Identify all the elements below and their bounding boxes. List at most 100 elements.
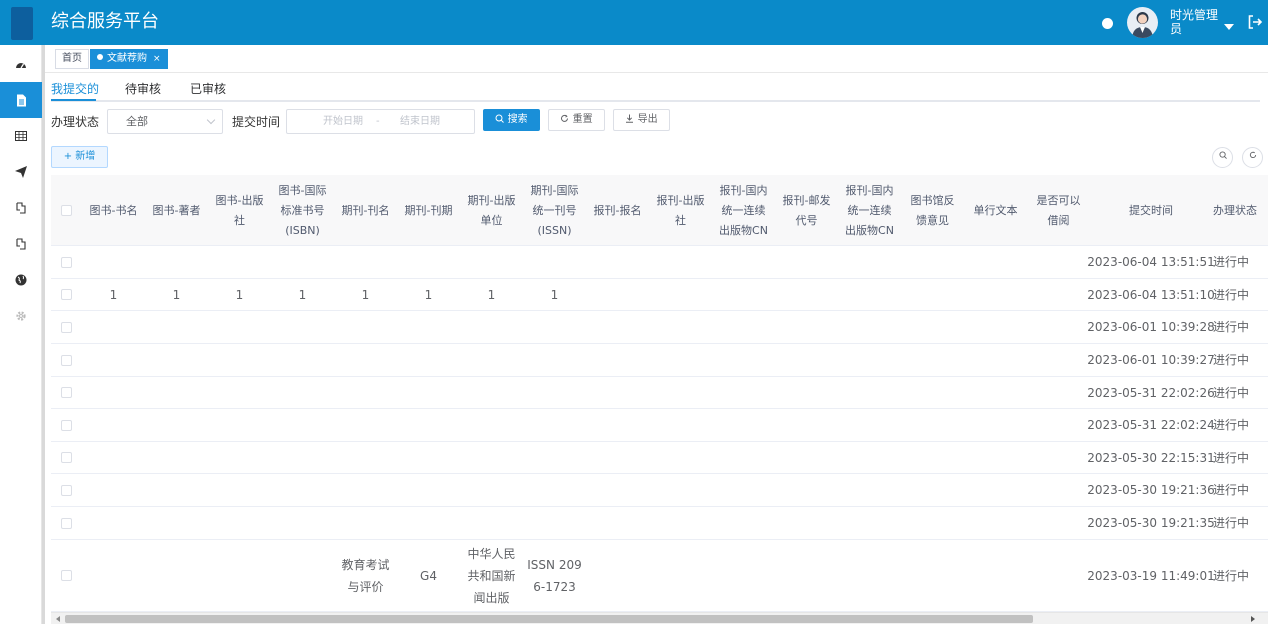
column-header[interactable]: 期刊-出版 单位 xyxy=(460,175,523,246)
column-header[interactable]: 报刊-报名 xyxy=(586,175,649,246)
horizontal-scrollbar[interactable] xyxy=(51,612,1268,624)
table-cell xyxy=(460,507,523,539)
row-checkbox[interactable] xyxy=(61,355,72,366)
row-checkbox[interactable] xyxy=(61,420,72,431)
table-row[interactable]: 2023-06-01 10:39:27 进行中 xyxy=(51,344,1268,377)
sidebar-item-table[interactable] xyxy=(0,118,42,154)
table-cell: 2023-03-19 11:49:01 xyxy=(1087,540,1214,611)
column-header[interactable]: 提交时间 xyxy=(1089,175,1213,246)
cell-line: ISSN 209 xyxy=(527,557,582,572)
row-checkbox[interactable] xyxy=(61,570,72,581)
table-cell: 进行中 xyxy=(1213,409,1268,441)
status-label: 办理状态 xyxy=(51,115,100,129)
column-header-line: 报刊-出版 xyxy=(656,193,705,207)
close-icon[interactable]: × xyxy=(153,54,161,64)
row-checkbox[interactable] xyxy=(61,452,72,463)
scroll-right-icon[interactable] xyxy=(1251,616,1255,622)
tag-home[interactable]: 首页 xyxy=(55,49,89,69)
date-range-picker[interactable]: 开始日期 - 结束日期 xyxy=(286,109,475,134)
column-header[interactable]: 图书-出版社 xyxy=(208,175,271,246)
status-select[interactable]: 全部 xyxy=(107,109,223,134)
scrollbar-thumb[interactable] xyxy=(65,615,1033,623)
cell-line: 2023-06-04 13:51:51 xyxy=(1087,255,1215,269)
send-icon xyxy=(15,166,27,178)
table-row[interactable]: 2023-06-04 13:51:51 进行中 xyxy=(51,246,1268,279)
row-checkbox[interactable] xyxy=(61,257,72,268)
column-header[interactable]: 期刊-刊名 xyxy=(334,175,397,246)
row-checkbox[interactable] xyxy=(61,387,72,398)
table-cell xyxy=(460,474,523,506)
column-header[interactable]: 是否可以 借阅 xyxy=(1027,175,1090,246)
row-checkbox[interactable] xyxy=(61,289,72,300)
end-date-input[interactable]: 结束日期 xyxy=(400,110,440,133)
add-button[interactable]: + 新增 xyxy=(51,146,108,168)
table-row[interactable]: 2023-06-01 10:39:28 进行中 xyxy=(51,311,1268,344)
sidebar-item-dashboard[interactable] xyxy=(0,47,42,83)
table-cell xyxy=(208,474,271,506)
tag-current[interactable]: 文献荐购 × xyxy=(90,49,168,69)
row-checkbox[interactable] xyxy=(61,518,72,529)
column-header-line: 出版物CN xyxy=(845,223,894,237)
table-refresh-button[interactable] xyxy=(1242,147,1263,168)
table-row[interactable]: 2023-05-30 22:15:31 进行中 xyxy=(51,442,1268,474)
tab-pending[interactable]: 待审核 xyxy=(125,81,161,97)
user-avatar[interactable] xyxy=(1127,7,1158,38)
logout-icon[interactable] xyxy=(1247,14,1263,30)
table-cell xyxy=(901,377,964,408)
table-cell xyxy=(208,246,271,278)
column-header-label: 报刊-报名 xyxy=(594,201,642,221)
column-header-line: 提交时间 xyxy=(1129,203,1173,217)
table-cell xyxy=(712,377,775,408)
book-icon xyxy=(16,202,26,214)
column-header[interactable]: 期刊-刊期 xyxy=(397,175,460,246)
cell-text: 进行中 xyxy=(1213,382,1249,404)
sidebar-item-book-2[interactable] xyxy=(0,226,42,262)
table-row[interactable]: 1 1 1 1 1 1 1 1 2023-06-04 13:51:10 进行中 xyxy=(51,279,1268,311)
column-header-line: 统一刊号 xyxy=(532,203,577,217)
row-checkbox[interactable] xyxy=(61,485,72,496)
user-name[interactable]: 时光管理员 xyxy=(1170,8,1218,36)
table-row[interactable]: 2023-05-30 19:21:35 进行中 xyxy=(51,507,1268,540)
column-header[interactable]: 报刊-出版社 xyxy=(649,175,712,246)
column-header[interactable]: 报刊-国内 统一连续 出版物CN xyxy=(712,175,775,246)
notification-dot-icon[interactable] xyxy=(1102,18,1113,29)
column-header-line: 出版物CN xyxy=(719,223,768,237)
table-cell xyxy=(1027,442,1090,473)
export-button[interactable]: 导出 xyxy=(613,109,670,131)
chevron-down-icon[interactable] xyxy=(1224,24,1234,30)
sidebar-item-documents[interactable] xyxy=(0,82,42,118)
cell-text: 2023-06-04 13:51:51 xyxy=(1087,251,1214,273)
column-header[interactable]: 期刊-国际 统一刊号 (ISSN) xyxy=(523,175,586,246)
reset-button[interactable]: 重置 xyxy=(548,109,605,131)
column-header[interactable]: 报刊-国内 统一连续 出版物CN xyxy=(838,175,901,246)
column-header-label: 图书-书名 xyxy=(90,201,138,221)
select-all-checkbox[interactable] xyxy=(61,205,72,216)
column-header[interactable]: 报刊-邮发 代号 xyxy=(775,175,838,246)
table-search-toggle-button[interactable] xyxy=(1212,147,1233,168)
table-row[interactable]: 2023-05-31 22:02:26 进行中 xyxy=(51,377,1268,409)
sidebar-scrollbar[interactable] xyxy=(42,45,45,624)
column-header[interactable]: 办理状态 xyxy=(1213,175,1268,246)
table-cell xyxy=(964,540,1027,611)
table-cell: G4 xyxy=(397,540,460,611)
sidebar-item-send[interactable] xyxy=(0,154,42,190)
table-row[interactable]: 2023-05-30 19:21:36 进行中 xyxy=(51,474,1268,507)
sidebar-item-settings[interactable] xyxy=(0,298,42,334)
column-header[interactable]: 单行文本 xyxy=(964,175,1027,246)
tab-my-submitted[interactable]: 我提交的 xyxy=(51,81,99,97)
row-checkbox[interactable] xyxy=(61,322,72,333)
column-header-label: 图书-出版社 xyxy=(216,191,264,231)
table-row[interactable]: 教育考试 与评价 G4 中华人民 共和国新 闻出版 ISSN 209 6-1723 2023-0… xyxy=(51,540,1268,612)
column-header[interactable]: 图书-书名 xyxy=(82,175,145,246)
tab-reviewed[interactable]: 已审核 xyxy=(190,81,226,97)
table-row[interactable]: 2023-05-31 22:02:24 进行中 xyxy=(51,409,1268,442)
column-header[interactable]: 图书-国际 标准书号 (ISBN) xyxy=(271,175,334,246)
column-header[interactable]: 图书馆反 馈意见 xyxy=(901,175,964,246)
sidebar-item-book-1[interactable] xyxy=(0,190,42,226)
search-button[interactable]: 搜索 xyxy=(483,109,540,131)
sidebar-item-globe[interactable] xyxy=(0,262,42,298)
start-date-input[interactable]: 开始日期 xyxy=(323,110,363,133)
column-header-line: 期刊-刊期 xyxy=(404,203,453,217)
scroll-left-icon[interactable] xyxy=(56,616,60,622)
column-header[interactable]: 图书-著者 xyxy=(145,175,208,246)
